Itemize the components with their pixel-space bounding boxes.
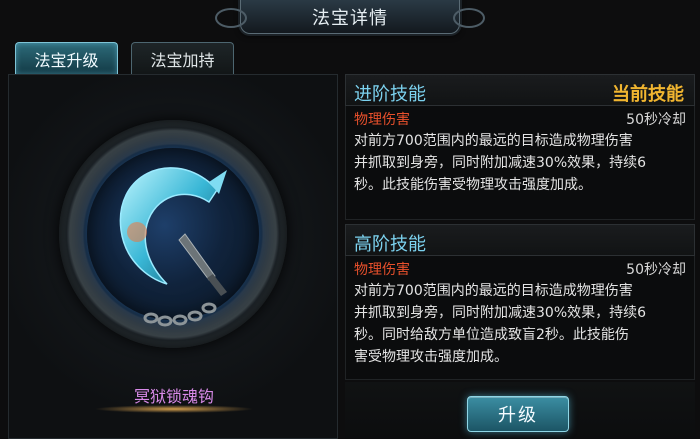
page-title: 法宝详情 xyxy=(312,7,388,29)
advanced-skill-desc-line: 并抓取到身旁，同时附加减速30%效果，持续6 xyxy=(354,155,647,171)
high-skill-desc-line: 对前方700范围内的最远的目标造成物理伤害 xyxy=(354,283,633,299)
advanced-skill-body: 物理伤害 50秒冷却 对前方700范围内的最远的目标造成物理伤害 并抓取到身旁，… xyxy=(345,106,695,220)
advanced-skill-type: 物理伤害 xyxy=(354,112,410,128)
high-skill-desc-line: 秒。同时给敌方单位造成致盲2秒。此技能伤 xyxy=(354,327,629,343)
high-skill-desc-line: 害受物理攻击强度加成。 xyxy=(354,349,508,365)
high-skill-desc-line: 并抓取到身旁，同时附加减速30%效果，持续6 xyxy=(354,305,647,321)
upgrade-button[interactable]: 升级 xyxy=(467,396,569,432)
item-display-panel: 冥狱锁魂钩 xyxy=(8,74,338,439)
title-banner: 法宝详情 xyxy=(215,0,485,34)
high-skill-body: 物理伤害 50秒冷却 对前方700范围内的最远的目标造成物理伤害 并抓取到身旁，… xyxy=(345,256,695,380)
advanced-skill-desc-line: 秒。此技能伤害受物理攻击强度加成。 xyxy=(354,177,592,193)
advanced-skill-cooldown: 50秒冷却 xyxy=(626,112,686,128)
skills-panel: 进阶技能 当前技能 物理伤害 50秒冷却 对前方700范围内的最远的目标造成物理… xyxy=(345,74,695,382)
high-skill-type: 物理伤害 xyxy=(354,262,410,278)
tab-artifact-empower[interactable]: 法宝加持 xyxy=(131,42,234,74)
tab-artifact-upgrade[interactable]: 法宝升级 xyxy=(15,42,118,74)
chain-hook-icon xyxy=(119,167,227,327)
high-skill-cooldown: 50秒冷却 xyxy=(626,262,686,278)
advanced-skill-title: 进阶技能 xyxy=(354,84,426,105)
item-medallion xyxy=(59,120,287,348)
advanced-skill-header: 进阶技能 当前技能 xyxy=(345,74,695,106)
item-name-glow xyxy=(94,405,254,413)
high-skill-title: 高阶技能 xyxy=(354,234,426,255)
high-skill-header: 高阶技能 xyxy=(345,224,695,256)
item-name: 冥狱锁魂钩 xyxy=(133,387,214,406)
advanced-skill-desc-line: 对前方700范围内的最远的目标造成物理伤害 xyxy=(354,133,633,149)
current-skill-badge: 当前技能 xyxy=(612,84,684,105)
